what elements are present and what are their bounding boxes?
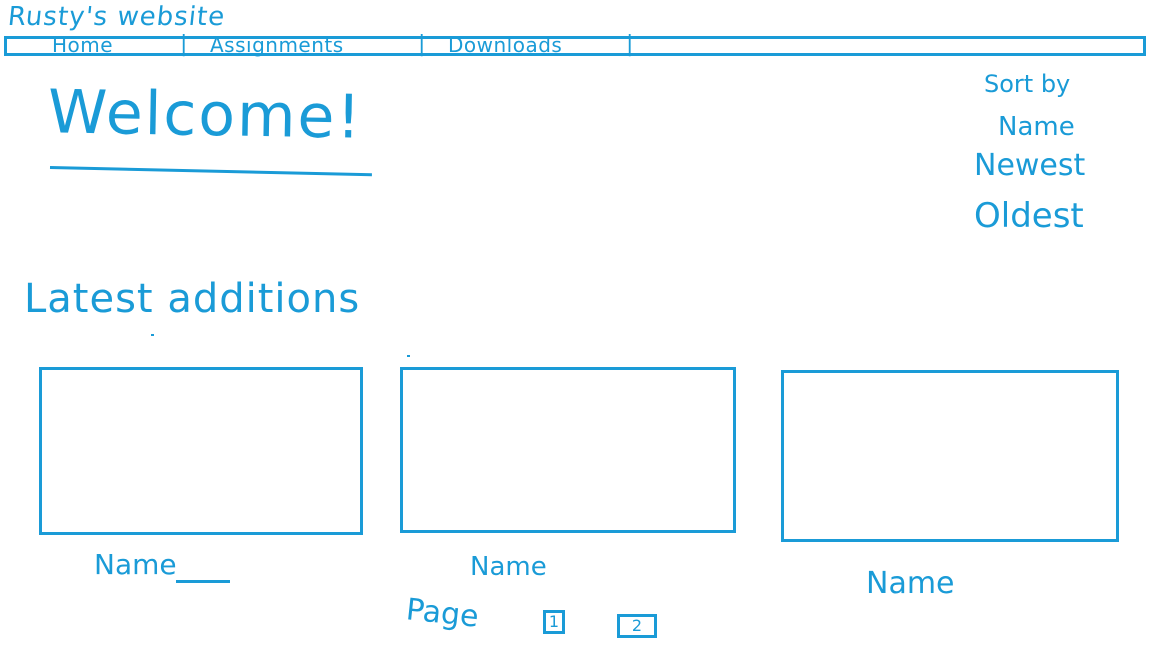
page-1-button[interactable]: 1	[543, 610, 565, 634]
addition-card[interactable]	[39, 367, 363, 535]
nav-bar	[4, 36, 1146, 56]
nav-separator: |	[626, 32, 634, 57]
nav-item-assignments[interactable]: Assignments	[210, 33, 344, 57]
sort-option-newest[interactable]: Newest	[974, 148, 1085, 183]
card-name[interactable]: Name	[94, 548, 177, 581]
stray-mark	[407, 355, 410, 357]
addition-card[interactable]	[781, 370, 1119, 542]
nav-separator: |	[180, 32, 188, 57]
pagination-label: Page	[404, 592, 481, 635]
nav-item-downloads[interactable]: Downloads	[448, 33, 562, 57]
welcome-underline	[49, 166, 372, 177]
site-title: Rusty's website	[6, 2, 227, 32]
welcome-heading: Welcome!	[47, 77, 364, 153]
sort-by-dropdown[interactable]: Sort by	[984, 70, 1070, 98]
page-2-button[interactable]: 2	[617, 614, 657, 638]
stray-mark	[151, 334, 154, 336]
card-name-underline	[176, 580, 230, 583]
sort-option-oldest[interactable]: Oldest	[974, 196, 1084, 236]
nav-separator: |	[418, 32, 426, 57]
latest-additions-heading: Latest additions	[24, 276, 361, 322]
addition-card[interactable]	[400, 367, 736, 533]
card-name[interactable]: Name	[866, 566, 955, 601]
card-name[interactable]: Name	[470, 552, 547, 582]
sort-option-name[interactable]: Name	[998, 112, 1075, 142]
nav-item-home[interactable]: Home	[52, 33, 113, 57]
